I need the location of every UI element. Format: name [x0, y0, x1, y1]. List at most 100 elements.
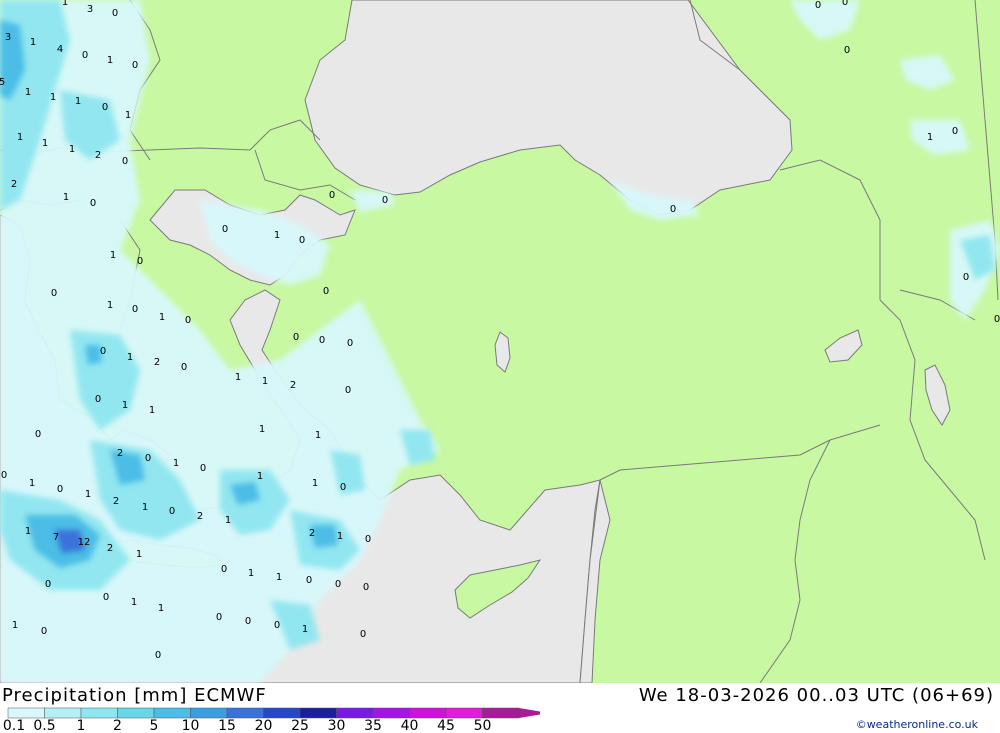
- map-point-value: 0: [132, 60, 138, 71]
- map-point-value: 1: [125, 110, 131, 121]
- map-point-value: 1: [235, 372, 241, 383]
- legend-arrow: [519, 708, 540, 718]
- map-point-value: 0: [122, 156, 128, 167]
- map-point-value: 0: [57, 484, 63, 495]
- map-point-value: 0: [103, 592, 109, 603]
- legend-label: 40: [401, 718, 419, 733]
- map-point-value: 1: [131, 597, 137, 608]
- map-point-value: 0: [181, 362, 187, 373]
- legend-label: 5: [150, 718, 159, 733]
- map-point-value: 1: [927, 132, 933, 143]
- legend-label: 15: [218, 718, 236, 733]
- map-point-value: 1: [149, 405, 155, 416]
- map-point-value: 1: [136, 549, 142, 560]
- legend-swatch: [409, 707, 447, 719]
- legend-swatch: [80, 707, 118, 719]
- credit-link[interactable]: ©weatheronline.co.uk: [856, 718, 978, 731]
- map-point-value: 1: [312, 478, 318, 489]
- map-point-value: 0: [51, 288, 57, 299]
- map-point-value: 0: [200, 463, 206, 474]
- map-point-value: 2: [309, 528, 315, 539]
- map-point-value: 0: [345, 385, 351, 396]
- legend-label: 25: [291, 718, 309, 733]
- map-point-value: 2: [11, 179, 17, 190]
- valid-time: We 18-03-2026 00..03 UTC (06+69): [638, 685, 994, 706]
- map-point-value: 1: [107, 300, 113, 311]
- map-point-value: 1: [173, 458, 179, 469]
- map-point-value: 1: [12, 620, 18, 631]
- map-point-value: 0: [319, 335, 325, 346]
- map-point-value: 0: [844, 45, 850, 56]
- legend-swatch: [190, 707, 228, 719]
- map-point-value: 7: [53, 532, 59, 543]
- map-point-value: 0: [82, 50, 88, 61]
- legend-label: 2: [113, 718, 122, 733]
- map-point-value: 0: [245, 616, 251, 627]
- map-point-value: 0: [100, 346, 106, 357]
- map-point-value: 3: [5, 32, 11, 43]
- footer: Precipitation [mm] ECMWF We 18-03-2026 0…: [0, 683, 1000, 733]
- map-point-value: 1: [63, 192, 69, 203]
- map-point-value: 1: [302, 624, 308, 635]
- map-point-value: 0: [222, 224, 228, 235]
- map-point-value: 0: [45, 579, 51, 590]
- map-point-value: 1: [62, 0, 68, 8]
- legend-label: 1: [77, 718, 86, 733]
- map-point-value: 1: [50, 92, 56, 103]
- map-point-value: 1: [225, 515, 231, 526]
- map-point-value: 0: [137, 256, 143, 267]
- map-point-value: 1: [29, 478, 35, 489]
- map-point-value: 0: [293, 332, 299, 343]
- map-point-value: 0: [360, 629, 366, 640]
- map-point-value: 2: [154, 357, 160, 368]
- legend-swatch: [372, 707, 410, 719]
- map-point-value: 3: [87, 4, 93, 15]
- map-point-value: 0: [102, 102, 108, 113]
- map-point-value: 1: [25, 87, 31, 98]
- legend-swatch: [445, 707, 483, 719]
- legend-label: 0.1: [3, 718, 25, 733]
- map-point-value: 1: [127, 352, 133, 363]
- map-point-value: 0: [323, 286, 329, 297]
- map-point-value: 1: [262, 376, 268, 387]
- map-point-value: 0: [41, 626, 47, 637]
- legend-label: 30: [328, 718, 346, 733]
- legend-swatch: [153, 707, 191, 719]
- map-point-value: 0: [963, 272, 969, 283]
- legend-swatch: [7, 707, 45, 719]
- map-point-value: 0: [365, 534, 371, 545]
- map-point-value: 5: [0, 77, 5, 88]
- map-point-value: 1: [274, 230, 280, 241]
- map-point-value: 1: [158, 603, 164, 614]
- legend-swatch: [226, 707, 264, 719]
- map-point-value: 4: [57, 44, 63, 55]
- map-point-value: 2: [197, 511, 203, 522]
- map-point-value: 1: [107, 55, 113, 66]
- map-point-value: 1: [248, 568, 254, 579]
- map-point-value: 1: [122, 400, 128, 411]
- map-point-value: 1: [30, 37, 36, 48]
- legend-label: 50: [474, 718, 492, 733]
- map-point-value: 1: [142, 502, 148, 513]
- legend-swatch: [263, 707, 301, 719]
- map-point-value: 0: [340, 482, 346, 493]
- map-point-value: 0: [145, 453, 151, 464]
- map-point-value: 0: [112, 8, 118, 19]
- map-point-value: 0: [670, 204, 676, 215]
- map-point-value: 2: [117, 448, 123, 459]
- legend-label: 10: [182, 718, 200, 733]
- legend-swatch: [336, 707, 374, 719]
- map-point-value: 0: [221, 564, 227, 575]
- legend-label: 45: [437, 718, 455, 733]
- map-point-value: 1: [17, 132, 23, 143]
- map-point-value: 0: [155, 650, 161, 661]
- legend-swatch: [482, 707, 520, 719]
- map-point-value: 2: [113, 496, 119, 507]
- map-point-value: 0: [363, 582, 369, 593]
- legend-swatch: [44, 707, 82, 719]
- map-point-value: 1: [25, 526, 31, 537]
- map-point-value: 0: [347, 338, 353, 349]
- map-point-value: 0: [382, 195, 388, 206]
- map-point-value: 0: [306, 575, 312, 586]
- legend-label: 0.5: [33, 718, 55, 733]
